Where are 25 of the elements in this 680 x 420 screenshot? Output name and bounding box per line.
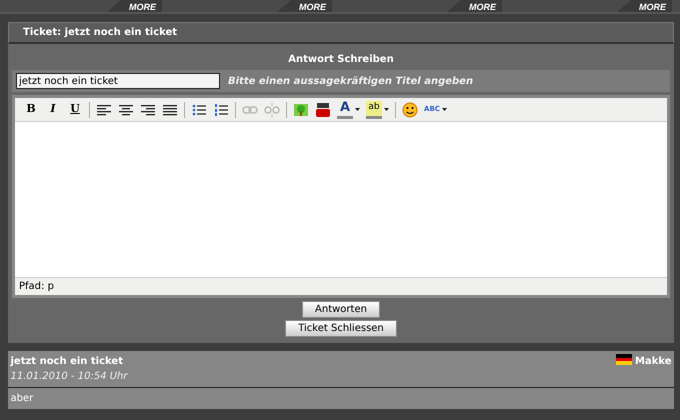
dropdown-caret-icon[interactable] [384, 108, 389, 111]
title-hint: Bitte einen aussagekräftigen Titel angeben [228, 74, 474, 88]
bold-button[interactable]: B [23, 100, 39, 118]
title-field[interactable]: jetzt noch ein ticket [16, 73, 220, 89]
path-label: Pfad: p [18, 280, 55, 294]
section-heading: Antwort Schreiben [287, 53, 395, 67]
author-name: Makke [634, 355, 672, 369]
post-body: aber [10, 392, 34, 406]
dropdown-caret-icon[interactable] [355, 108, 360, 111]
more-tab[interactable]: MORE [447, 0, 502, 12]
underline-button[interactable]: U [67, 100, 83, 118]
more-tab[interactable]: MORE [617, 0, 672, 12]
italic-button[interactable]: I [45, 100, 61, 118]
dropdown-caret-icon[interactable] [442, 108, 447, 111]
font-color-button[interactable]: A [337, 100, 353, 118]
highlight-button[interactable]: ab [366, 100, 382, 118]
smiley-icon[interactable] [402, 100, 418, 118]
post-date: 11.01.2010 - 10:54 Uhr [10, 370, 128, 384]
form-button[interactable]: Antworten [302, 300, 380, 318]
more-tab[interactable]: MORE [277, 0, 332, 12]
ticket-header: Ticket: jetzt noch ein ticket [8, 22, 674, 44]
post-title: jetzt noch ein ticket [10, 355, 124, 369]
form-button[interactable]: Ticket Schliessen [285, 320, 397, 337]
more-tab[interactable]: MORE [107, 0, 162, 12]
flag-icon [616, 354, 632, 365]
